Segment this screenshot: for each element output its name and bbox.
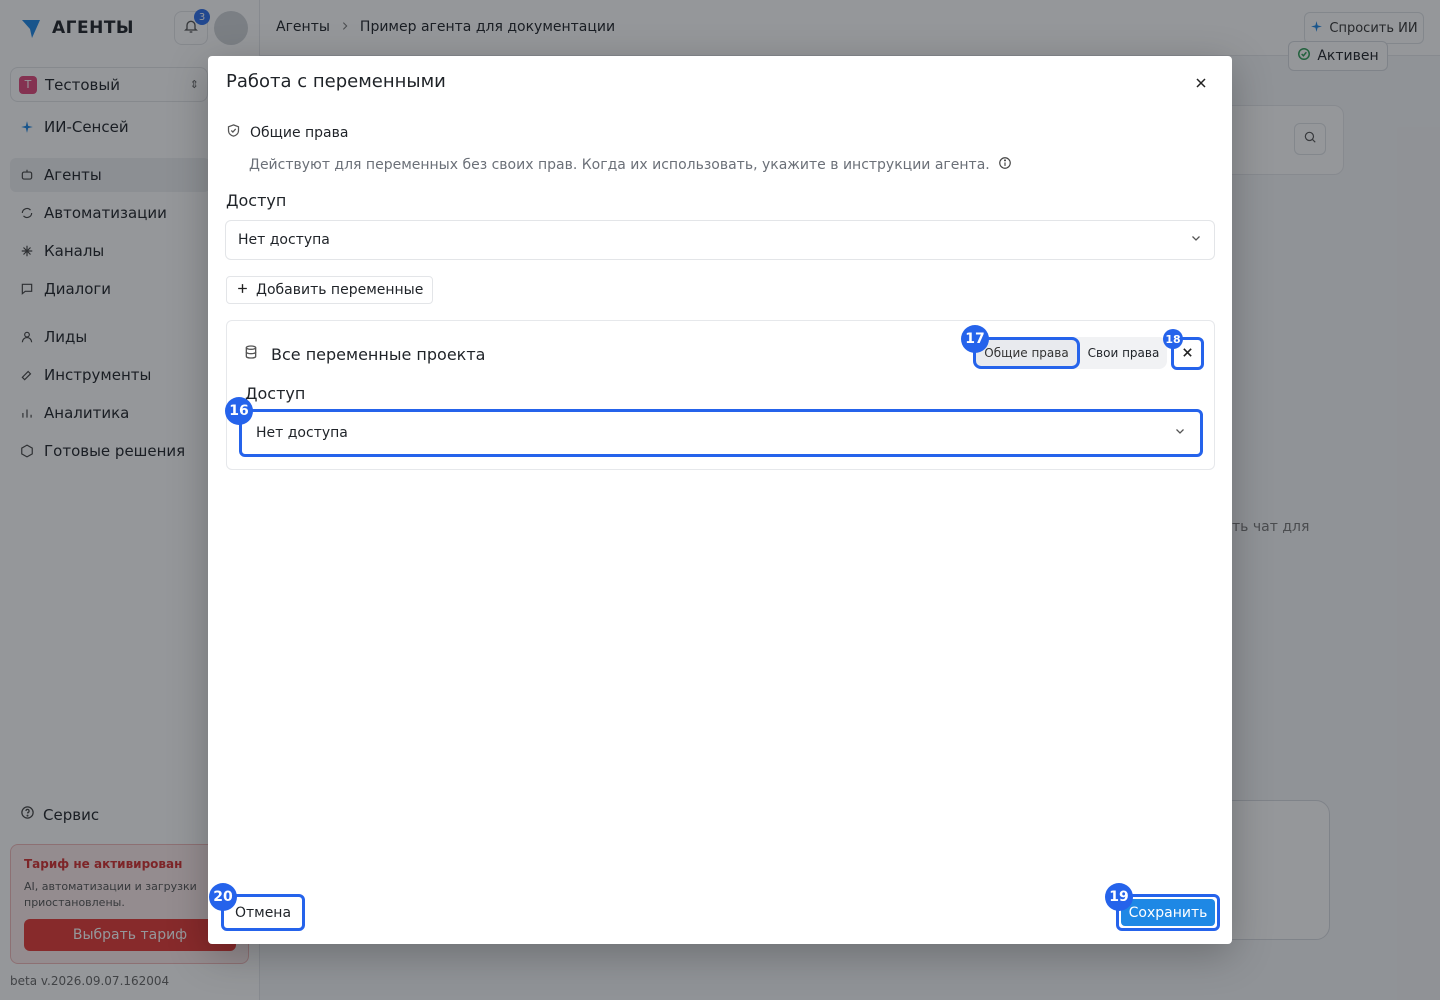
- shield-check-icon: [226, 123, 241, 142]
- plus-icon: [236, 282, 249, 299]
- card-access-label: Доступ: [245, 384, 306, 403]
- general-access-select[interactable]: Нет доступа: [225, 220, 1215, 260]
- variables-modal: Работа с переменными Общие права Действу…: [208, 56, 1232, 944]
- general-rights-description-text: Действуют для переменных без своих прав.…: [249, 157, 990, 173]
- close-icon: [1195, 77, 1207, 93]
- variable-card: Все переменные проекта Общие права Свои …: [225, 320, 1215, 470]
- chevron-down-icon: [1174, 425, 1186, 441]
- info-icon[interactable]: [998, 156, 1012, 174]
- annotation-badge: 16: [225, 397, 253, 425]
- save-label: Сохранить: [1121, 899, 1215, 926]
- modal-title: Работа с переменными: [226, 71, 446, 92]
- annotation-badge: 17: [961, 325, 989, 353]
- chevron-down-icon: [1190, 232, 1202, 248]
- general-rights-label: Общие права: [250, 124, 349, 141]
- variable-card-header: Все переменные проекта: [243, 344, 485, 364]
- variable-card-title: Все переменные проекта: [271, 344, 486, 364]
- close-icon: [1182, 346, 1193, 362]
- segment-general-rights[interactable]: Общие права: [973, 337, 1080, 369]
- modal-close-button[interactable]: [1190, 74, 1212, 96]
- segment-own-rights[interactable]: Свои права: [1080, 337, 1167, 369]
- add-variables-button[interactable]: Добавить переменные: [226, 276, 434, 304]
- card-access-select[interactable]: Нет доступа: [239, 409, 1203, 457]
- annotation-badge: 20: [209, 883, 237, 911]
- card-access-value: Нет доступа: [256, 425, 348, 441]
- general-access-value: Нет доступа: [238, 232, 330, 248]
- add-variables-label: Добавить переменные: [256, 282, 424, 298]
- database-icon: [243, 344, 259, 364]
- rights-mode-toggle: Общие права Свои права: [973, 337, 1167, 369]
- annotation-badge: 18: [1163, 329, 1183, 349]
- access-label: Доступ: [226, 191, 287, 210]
- annotation-badge: 19: [1105, 883, 1133, 911]
- general-rights-header: Общие права: [226, 123, 348, 142]
- general-rights-description: Действуют для переменных без своих прав.…: [249, 156, 1012, 174]
